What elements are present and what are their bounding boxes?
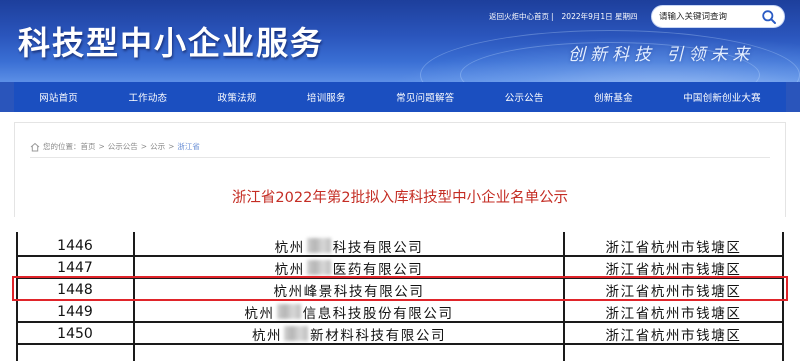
- table-row: 1450 杭州 新材料科技有限公司 浙江省杭州市钱塘区: [16, 322, 783, 345]
- top-links-separator: |: [551, 12, 554, 21]
- company-name: 杭州 科技有限公司: [134, 234, 564, 257]
- row-number: 1449: [57, 303, 93, 320]
- table-row-divider: [16, 343, 783, 345]
- redacted-text: [306, 260, 331, 275]
- header-banner: 科技型中小企业服务 返回火炬中心首页 | 2022年9月1日 星期四 创新科技 …: [0, 0, 800, 82]
- top-links: 返回火炬中心首页 | 2022年9月1日 星期四: [489, 11, 638, 22]
- back-home-link[interactable]: 返回火炬中心首页: [489, 11, 549, 22]
- breadcrumb: 您的位置： 首页 > 公示公告 > 公示 > 浙江省: [30, 141, 200, 152]
- company-name: 杭州 信息科技股份有限公司: [134, 300, 564, 323]
- redacted-text: [276, 304, 301, 319]
- table-row: 1446 杭州 科技有限公司 浙江省杭州市钱塘区: [16, 234, 783, 257]
- page-title: 浙江省2022年第2批拟入库科技型中小企业名单公示: [231, 190, 569, 206]
- main-nav: 网站首页 工作动态 政策法规 培训服务 常见问题解答 公示公告 创新基金 中国创…: [14, 82, 786, 112]
- search-input[interactable]: [659, 11, 759, 22]
- breadcrumb-divider: [30, 157, 770, 158]
- company-name-prefix: 杭州: [274, 261, 305, 278]
- nav-item-faq[interactable]: 常见问题解答: [371, 90, 480, 104]
- company-region: 浙江省杭州市钱塘区: [605, 239, 742, 256]
- company-name-suffix: 信息科技股份有限公司: [302, 305, 454, 322]
- redacted-text: [306, 238, 331, 253]
- row-number: 1450: [57, 325, 93, 342]
- nav-item-innovation-fund[interactable]: 创新基金: [569, 90, 658, 104]
- breadcrumb-current[interactable]: 浙江省: [177, 141, 200, 152]
- table-row-divider: [16, 321, 783, 323]
- company-name-suffix: 新材料科技有限公司: [310, 327, 447, 344]
- home-icon: [30, 142, 40, 151]
- nav-item-announcements[interactable]: 公示公告: [480, 90, 569, 104]
- nav-item-home[interactable]: 网站首页: [14, 90, 103, 104]
- current-date: 2022年9月1日 星期四: [561, 12, 638, 21]
- breadcrumb-separator: >: [140, 142, 148, 151]
- table-row: 1449 杭州 信息科技股份有限公司 浙江省杭州市钱塘区: [16, 300, 783, 323]
- nav-item-policies[interactable]: 政策法规: [192, 90, 281, 104]
- search-box: [651, 5, 785, 28]
- row-number: 1446: [57, 237, 93, 254]
- content-panel: [14, 122, 786, 222]
- nav-item-training[interactable]: 培训服务: [282, 90, 371, 104]
- search-icon[interactable]: [761, 9, 777, 25]
- breadcrumb-home[interactable]: 首页: [81, 141, 96, 152]
- company-name-prefix: 杭州: [244, 305, 275, 322]
- slogan: 创新科技 引领未来: [568, 45, 755, 65]
- company-name-suffix: 医药有限公司: [332, 261, 424, 278]
- breadcrumb-prefix: 您的位置：: [43, 142, 81, 151]
- table-row-divider: [16, 255, 783, 257]
- breadcrumb-announcements[interactable]: 公示公告: [108, 141, 138, 152]
- highlight-frame: [12, 276, 788, 301]
- company-name-prefix: 杭州: [274, 239, 305, 256]
- company-region: 浙江省杭州市钱塘区: [605, 327, 742, 344]
- redacted-text: [284, 326, 309, 341]
- company-name-suffix: 科技有限公司: [332, 239, 424, 256]
- breadcrumb-separator: >: [168, 142, 175, 151]
- nav-item-work-news[interactable]: 工作动态: [103, 90, 192, 104]
- company-name-prefix: 杭州: [251, 327, 283, 344]
- nav-item-startup-contest[interactable]: 中国创新创业大赛: [658, 90, 786, 104]
- company-name: 杭州 新材料科技有限公司: [134, 322, 564, 345]
- site-title: 科技型中小企业服务: [18, 24, 325, 62]
- breadcrumb-publicity[interactable]: 公示: [150, 141, 165, 152]
- breadcrumb-separator: >: [98, 142, 105, 151]
- company-region: 浙江省杭州市钱塘区: [605, 305, 742, 322]
